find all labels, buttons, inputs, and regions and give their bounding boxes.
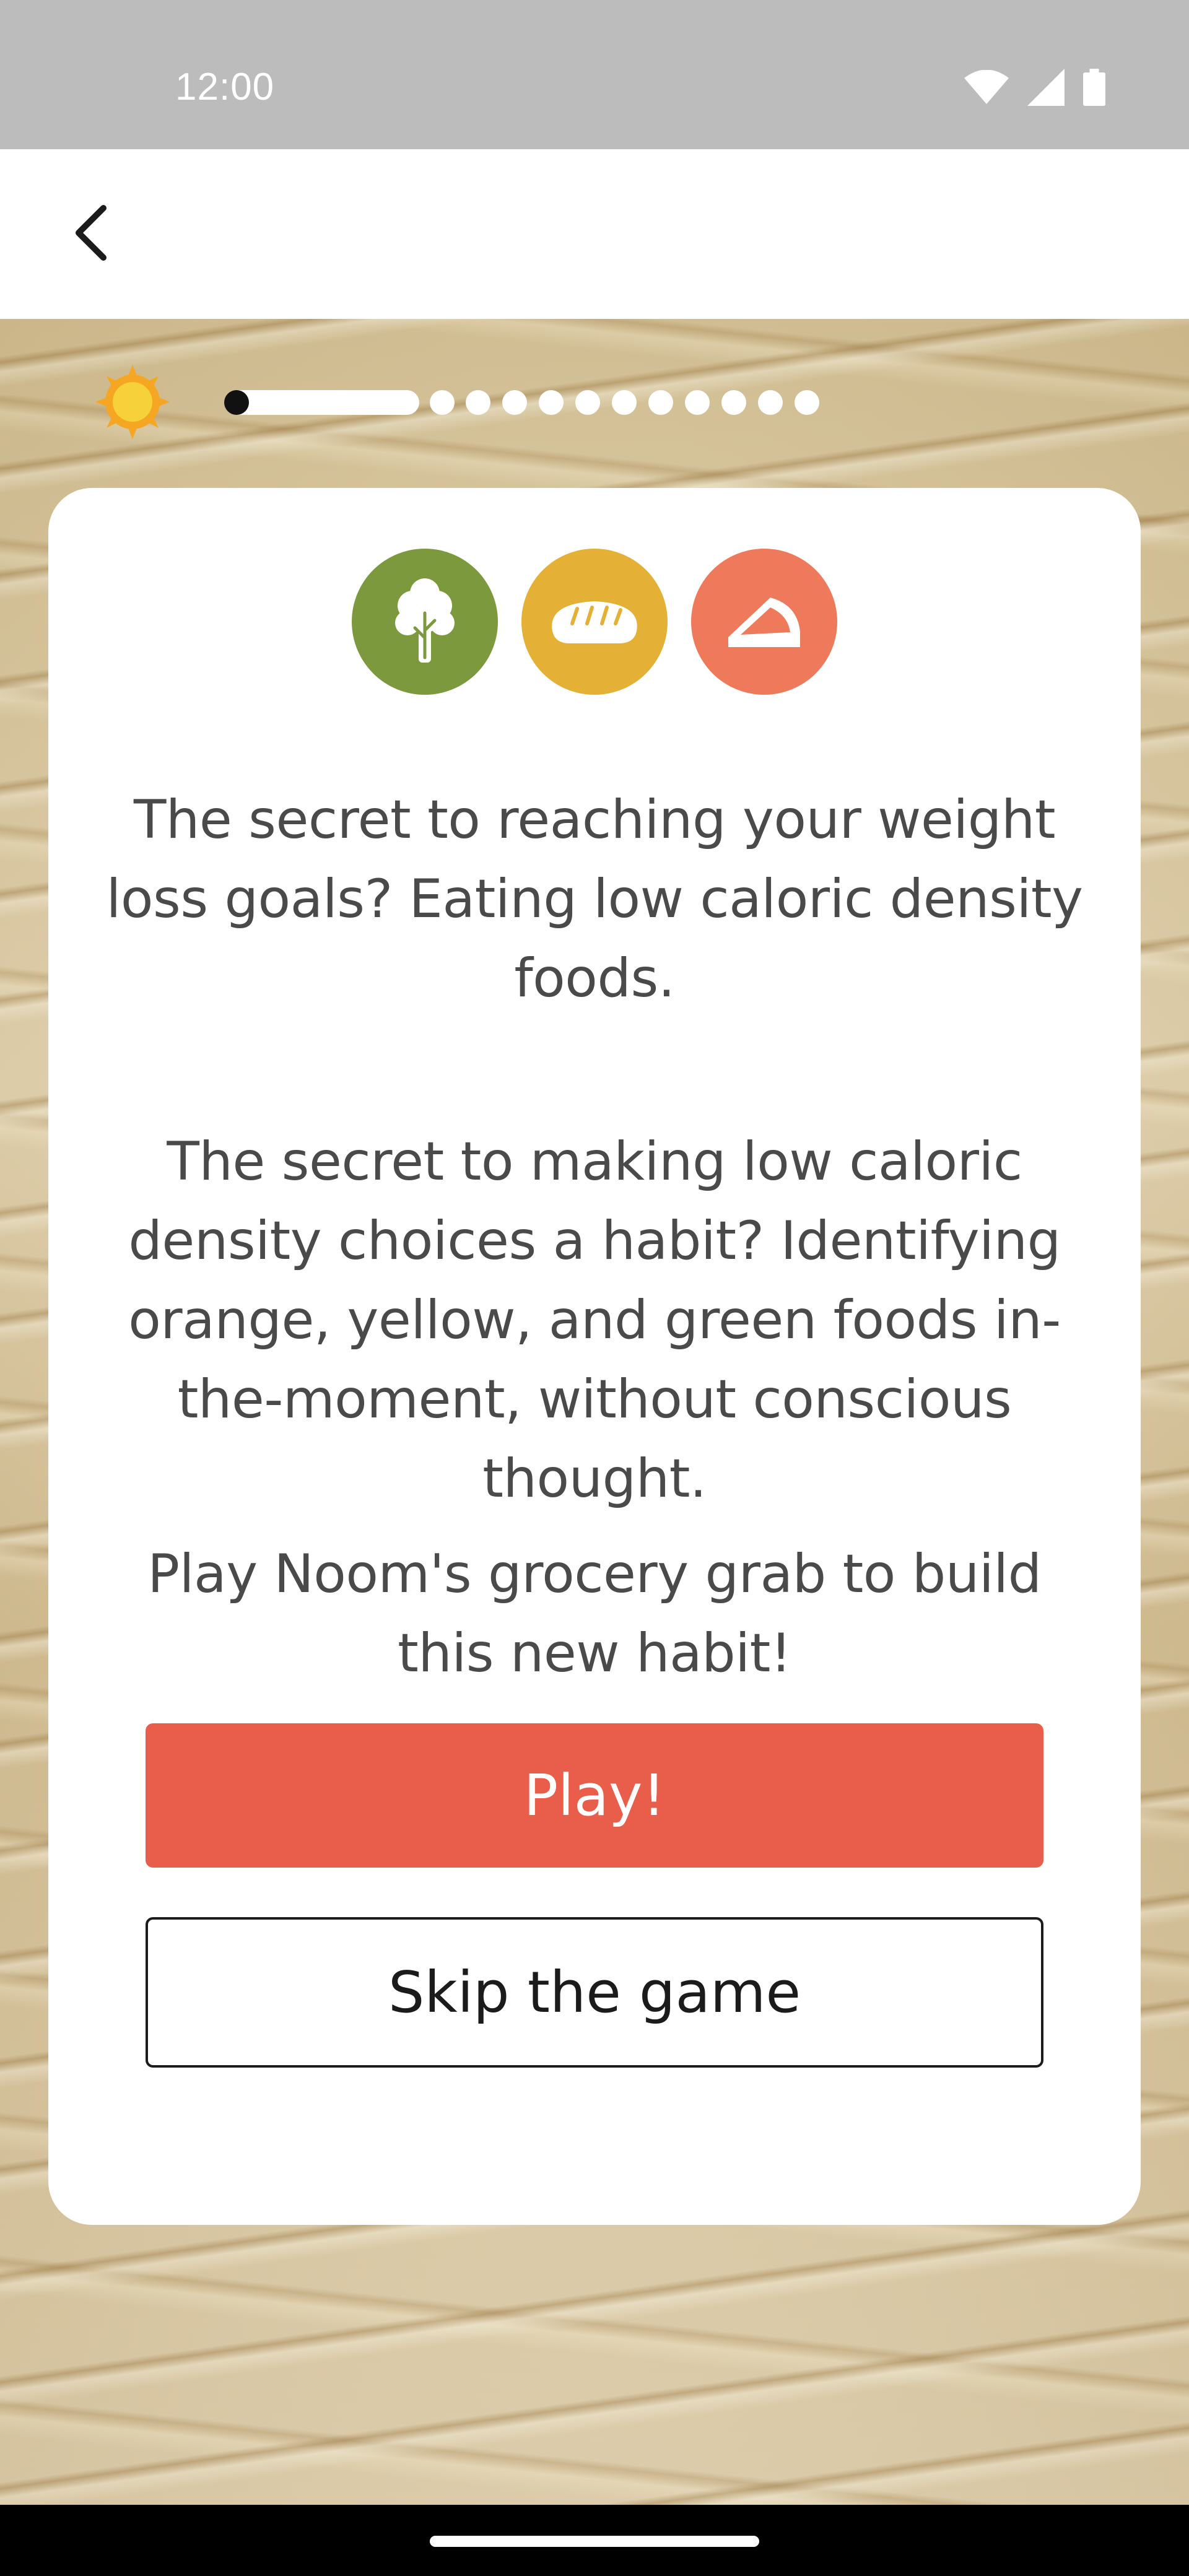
intro-paragraph-1: The secret to reaching your weight loss … — [106, 789, 1084, 1009]
orange-category-badge — [691, 549, 837, 695]
cake-slice-icon — [728, 598, 800, 647]
skip-game-button[interactable]: Skip the game — [146, 1917, 1043, 2068]
progress-dot — [539, 390, 564, 415]
progress-dot — [648, 390, 673, 415]
app-bar — [0, 149, 1189, 319]
intro-paragraph-2: The secret to making low caloric density… — [128, 1131, 1061, 1510]
sun-icon — [95, 365, 170, 439]
status-time: 12:00 — [175, 66, 275, 108]
yellow-category-badge — [521, 549, 668, 695]
play-button[interactable]: Play! — [146, 1723, 1043, 1868]
green-category-badge — [352, 549, 498, 695]
broccoli-icon — [395, 578, 455, 663]
bread-icon — [552, 601, 637, 643]
progress-dot — [795, 390, 819, 415]
navigation-bar — [0, 2505, 1189, 2576]
back-button[interactable] — [56, 199, 124, 267]
food-category-icons — [48, 549, 1141, 695]
status-bar: 12:00 — [0, 0, 1189, 149]
chevron-left-icon — [76, 205, 107, 261]
wifi-icon — [964, 70, 1009, 104]
status-icons — [964, 67, 1105, 108]
progress-dot — [612, 390, 637, 415]
intro-card: The secret to reaching your weight loss … — [48, 488, 1141, 2225]
progress-bar-current — [226, 390, 419, 415]
battery-icon — [1083, 69, 1105, 106]
cellular-signal-icon — [1027, 69, 1065, 106]
home-indicator[interactable] — [430, 2536, 759, 2547]
progress-dot — [466, 390, 490, 415]
progress-dot — [575, 390, 600, 415]
progress-dot — [758, 390, 783, 415]
progress-dot — [430, 390, 455, 415]
intro-paragraph-3: Play Noom's grocery grab to build this n… — [147, 1543, 1042, 1684]
progress-dot — [721, 390, 746, 415]
progress-current-dot — [224, 390, 249, 415]
progress-dot — [685, 390, 710, 415]
progress-dot — [502, 390, 527, 415]
